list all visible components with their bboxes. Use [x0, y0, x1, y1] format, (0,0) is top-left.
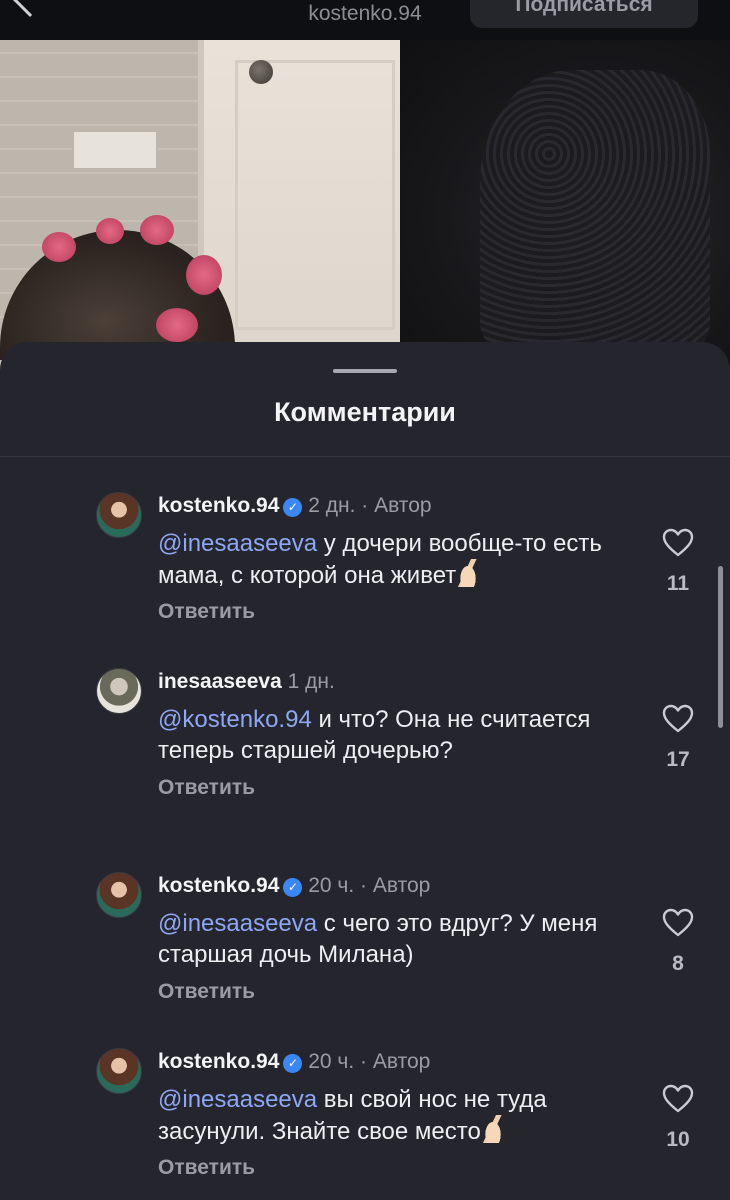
comment-item: kostenko.94 ✓ 20 ч. · Автор @inesaaseeva …	[0, 872, 730, 1032]
avatar[interactable]	[96, 872, 142, 918]
like-count: 17	[666, 748, 690, 771]
author-tag: · Автор	[360, 874, 431, 897]
flower-wreath	[186, 255, 222, 295]
sheet-title: Комментарии	[274, 397, 456, 427]
reply-button[interactable]: Ответить	[158, 980, 255, 1004]
comment-username[interactable]: kostenko.94	[158, 874, 279, 897]
like-count: 11	[666, 572, 690, 595]
reply-button[interactable]: Ответить	[158, 776, 255, 800]
follow-button[interactable]: Подписаться	[470, 0, 698, 28]
comment-header: kostenko.94 ✓ 2 дн. · Автор	[158, 494, 432, 518]
mention-link[interactable]: @inesaaseeva	[158, 530, 317, 557]
author-tag: · Автор	[360, 1050, 431, 1073]
comment-time: 20 ч.	[308, 874, 355, 897]
like-control: 17	[660, 704, 696, 772]
like-count: 8	[672, 952, 684, 975]
like-control: 8	[660, 908, 696, 976]
screen: kostenko.94 Подписаться Комментарии kost…	[0, 0, 730, 1200]
comment-time: 2 дн.	[308, 494, 356, 517]
comments-sheet: Комментарии kostenko.94 ✓ 2 дн. · Автор @…	[0, 342, 730, 1200]
comment-header: kostenko.94 ✓ 20 ч. · Автор	[158, 874, 430, 898]
door-knob	[249, 60, 273, 84]
mention-link[interactable]: @inesaaseeva	[158, 1086, 317, 1113]
verified-badge-icon: ✓	[283, 498, 303, 517]
top-bar: kostenko.94 Подписаться	[0, 0, 730, 40]
flower-wreath	[96, 218, 124, 244]
verified-badge-icon: ✓	[283, 878, 303, 897]
mention-link[interactable]: @kostenko.94	[158, 706, 312, 733]
flower-wreath	[140, 215, 174, 245]
reply-button[interactable]: Ответить	[158, 1156, 255, 1180]
comment-item: inesaaseeva 1 дн. @kostenko.94 и что? Он…	[0, 668, 730, 828]
avatar[interactable]	[96, 668, 142, 714]
drag-handle[interactable]	[333, 369, 397, 373]
comment-time: 20 ч.	[308, 1050, 355, 1073]
comment-text: @inesaaseeva с чего это вдруг? У меня ст…	[158, 908, 628, 970]
crossed-fingers-emoji-icon	[456, 559, 481, 587]
mention-link[interactable]: @inesaaseeva	[158, 910, 317, 937]
crossed-fingers-emoji-icon	[480, 1115, 505, 1143]
avatar[interactable]	[96, 492, 142, 538]
verified-badge-icon: ✓	[283, 1054, 303, 1073]
comment-username[interactable]: inesaaseeva	[158, 670, 282, 693]
comment-text: @kostenko.94 и что? Она не считается теп…	[158, 704, 628, 766]
avatar[interactable]	[96, 1048, 142, 1094]
light-switch	[72, 130, 158, 170]
comment-time: 1 дн.	[287, 670, 335, 693]
reply-button[interactable]: Ответить	[158, 600, 255, 624]
heart-icon[interactable]	[662, 704, 694, 734]
heart-icon[interactable]	[662, 908, 694, 938]
comment-text: @inesaaseeva у дочери вообще-то есть мам…	[158, 528, 628, 591]
comment-item: kostenko.94 ✓ 2 дн. · Автор @inesaaseeva …	[0, 492, 730, 652]
like-control: 10	[660, 1084, 696, 1152]
like-control: 11	[660, 528, 696, 596]
comment-text: @inesaaseeva вы свой нос не туда засунул…	[158, 1084, 628, 1147]
sequin-dress	[480, 70, 710, 350]
comment-item: kostenko.94 ✓ 20 ч. · Автор @inesaaseeva …	[0, 1048, 730, 1200]
flower-wreath	[42, 232, 76, 262]
flower-wreath	[156, 308, 198, 342]
door-panel	[235, 60, 395, 330]
divider	[0, 456, 730, 457]
like-count: 10	[666, 1128, 690, 1151]
heart-icon[interactable]	[662, 528, 694, 558]
author-tag: · Автор	[361, 494, 432, 517]
heart-icon[interactable]	[662, 1084, 694, 1114]
comment-header: kostenko.94 ✓ 20 ч. · Автор	[158, 1050, 430, 1074]
comment-username[interactable]: kostenko.94	[158, 1050, 279, 1073]
comment-header: inesaaseeva 1 дн.	[158, 670, 335, 694]
comment-username[interactable]: kostenko.94	[158, 494, 279, 517]
